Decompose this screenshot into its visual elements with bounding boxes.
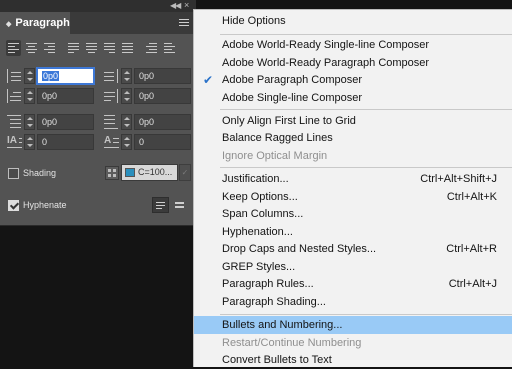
paragraph-panel: ◀◀ × ◆ Paragraph 0p0 0p0 0p0 0p0 0p0 0p0… — [0, 0, 196, 226]
justify-center-button[interactable] — [84, 40, 99, 56]
space-after-field[interactable]: 0p0 — [134, 114, 191, 130]
first-line-indent-field[interactable]: 0p0 — [37, 88, 94, 104]
menu-item-hyphenation[interactable]: Hyphenation... — [194, 223, 512, 241]
menu-item-keep-options[interactable]: Keep Options... Ctrl+Alt+K — [194, 188, 512, 206]
last-line-indent-field[interactable]: 0p0 — [134, 88, 191, 104]
do-not-align-to-baseline-grid-button[interactable] — [152, 197, 169, 213]
menu-item-single-line-composer[interactable]: Adobe Single-line Composer — [194, 89, 512, 107]
menu-item-paragraph-rules[interactable]: Paragraph Rules... Ctrl+Alt+J — [194, 275, 512, 293]
align-away-from-spine-button[interactable] — [162, 40, 177, 56]
justify-right-button[interactable] — [102, 40, 117, 56]
tab-paragraph-label: Paragraph — [15, 17, 70, 29]
menu-separator — [220, 314, 512, 315]
menu-separator — [220, 167, 512, 168]
shading-dropdown-chevron-icon[interactable]: ✓ — [179, 164, 191, 181]
right-indent-icon — [104, 69, 120, 85]
space-after-icon — [104, 115, 120, 131]
menu-item-paragraph-shading[interactable]: Paragraph Shading... — [194, 293, 512, 311]
menu-item-span-columns[interactable]: Span Columns... — [194, 205, 512, 223]
shading-label: Shading — [23, 168, 57, 178]
menu-separator — [220, 34, 512, 35]
space-before-field[interactable]: 0p0 — [37, 114, 94, 130]
panel-menu-icon[interactable] — [178, 17, 190, 29]
menu-item-balance-ragged-lines[interactable]: Balance Ragged Lines — [194, 129, 512, 147]
hyphenate-checkbox[interactable] — [8, 200, 19, 211]
swatch-grid-icon[interactable] — [105, 166, 119, 180]
first-line-indent-icon — [7, 89, 23, 105]
justify-left-button[interactable] — [66, 40, 81, 56]
menu-item-justification[interactable]: Justification... Ctrl+Alt+Shift+J — [194, 170, 512, 188]
menu-item-only-align-first-line-to-grid[interactable]: Only Align First Line to Grid — [194, 112, 512, 130]
left-indent-icon — [7, 69, 23, 85]
right-indent-field[interactable]: 0p0 — [134, 68, 191, 84]
tab-paragraph[interactable]: ◆ Paragraph — [0, 12, 70, 34]
panel-tab-bar: ◆ Paragraph — [0, 12, 196, 34]
menu-item-world-ready-paragraph-composer[interactable]: Adobe World-Ready Paragraph Composer — [194, 54, 512, 72]
menu-item-grep-styles[interactable]: GREP Styles... — [194, 258, 512, 276]
menu-item-hide-options[interactable]: Hide Options — [194, 12, 512, 30]
drop-cap-lines-stepper[interactable] — [24, 134, 35, 150]
align-center-button[interactable] — [24, 40, 39, 56]
drop-cap-lines-icon: IA — [7, 135, 23, 151]
justify-all-button[interactable] — [120, 40, 135, 56]
last-line-indent-stepper[interactable] — [121, 88, 132, 104]
menu-separator — [220, 109, 512, 110]
drop-cap-chars-icon: A — [104, 135, 120, 151]
space-after-stepper[interactable] — [121, 114, 132, 130]
space-before-icon — [7, 115, 23, 131]
paragraph-panel-flyout-menu: Hide Options Adobe World-Ready Single-li… — [193, 9, 512, 367]
menu-item-convert-bullets-to-text[interactable]: Convert Bullets to Text — [194, 351, 512, 369]
menu-item-world-ready-single-line-composer[interactable]: Adobe World-Ready Single-line Composer — [194, 36, 512, 54]
align-left-button[interactable] — [6, 40, 21, 56]
tab-grip-icon: ◆ — [6, 21, 12, 28]
menu-item-paragraph-composer[interactable]: ✔ Adobe Paragraph Composer — [194, 71, 512, 89]
align-to-baseline-grid-button[interactable] — [172, 197, 189, 213]
hyphenate-label: Hyphenate — [23, 200, 67, 210]
drop-cap-lines-field[interactable]: 0 — [37, 134, 94, 150]
last-line-indent-icon — [104, 89, 120, 105]
menu-item-restart-continue-numbering: Restart/Continue Numbering — [222, 337, 362, 349]
drop-cap-chars-stepper[interactable] — [121, 134, 132, 150]
align-towards-spine-button[interactable] — [144, 40, 159, 56]
space-before-stepper[interactable] — [24, 114, 35, 130]
close-panel-icon[interactable]: × — [184, 0, 189, 10]
shading-color-select[interactable]: C=100... — [121, 164, 178, 181]
left-indent-stepper[interactable] — [24, 68, 35, 84]
menu-item-bullets-and-numbering[interactable]: Bullets and Numbering... — [194, 316, 512, 334]
shading-checkbox[interactable] — [8, 168, 19, 179]
left-indent-field[interactable]: 0p0 — [37, 68, 94, 84]
shading-color-swatch — [125, 168, 135, 177]
align-right-button[interactable] — [42, 40, 57, 56]
menu-item-drop-caps-nested-styles[interactable]: Drop Caps and Nested Styles... Ctrl+Alt+R — [194, 240, 512, 258]
checkmark-icon: ✔ — [203, 73, 214, 87]
panel-title-strip: ◀◀ × — [0, 0, 196, 12]
menu-item-ignore-optical-margin: Ignore Optical Margin — [222, 150, 328, 162]
collapse-panel-icon[interactable]: ◀◀ — [170, 1, 181, 10]
drop-cap-chars-field[interactable]: 0 — [134, 134, 191, 150]
right-indent-stepper[interactable] — [121, 68, 132, 84]
first-line-indent-stepper[interactable] — [24, 88, 35, 104]
